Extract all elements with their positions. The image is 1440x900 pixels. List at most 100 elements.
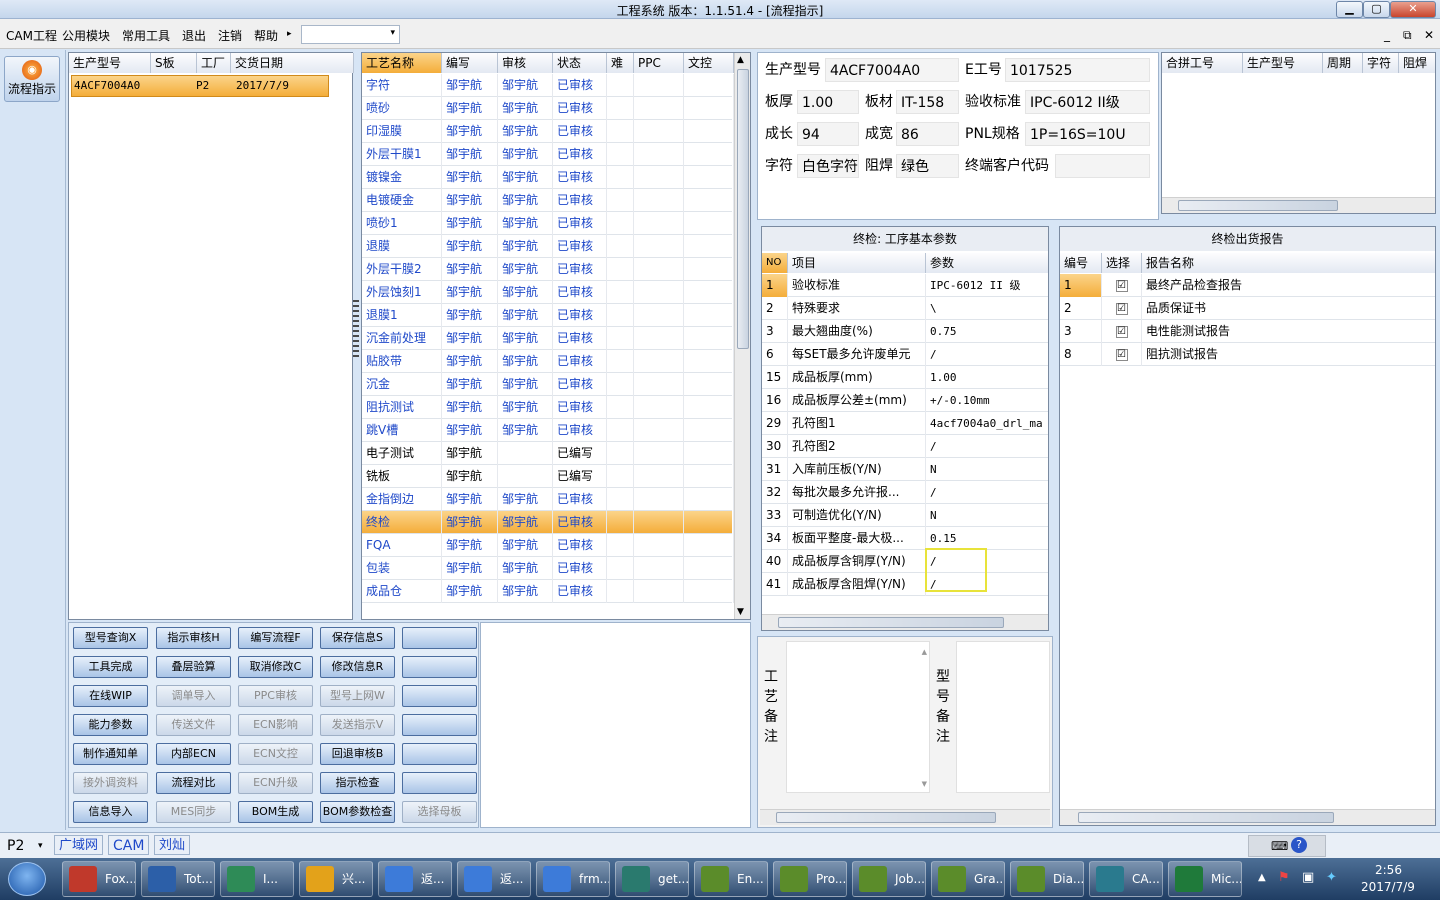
product-row[interactable]: 4ACF7004A0 P2 2017/7/9 [71, 75, 329, 97]
minimize-icon[interactable]: ▁ [1336, 1, 1363, 18]
taskbar-item[interactable]: CA... [1089, 861, 1163, 897]
process-header-status[interactable]: 状态 [553, 53, 607, 73]
action-button-r6c0[interactable]: 信息导入 [73, 801, 148, 823]
checkbox-icon[interactable]: ☑ [1115, 279, 1128, 292]
process-row[interactable]: 贴胶带 邹宇航 邹宇航 已审核 [362, 350, 734, 373]
width-value[interactable]: 86 [896, 122, 959, 146]
product-header-model[interactable]: 生产型号 [69, 53, 151, 73]
action-button-r6c4[interactable]: 选择母板 [402, 801, 477, 823]
menu-help[interactable]: 帮助 [254, 27, 278, 44]
action-button-r2c2[interactable]: PPC审核 [238, 685, 313, 707]
tray-app-icon[interactable]: ✦ [1326, 870, 1337, 885]
notes-scrollbar[interactable] [760, 809, 1050, 825]
process-scroll-thumb[interactable] [737, 69, 749, 349]
length-value[interactable]: 94 [797, 122, 859, 146]
action-button-r0c2[interactable]: 编写流程F [238, 627, 313, 649]
taskbar-item[interactable]: 兴... [299, 861, 373, 897]
checkbox-icon[interactable]: ☑ [1115, 325, 1128, 338]
standard-value[interactable]: IPC-6012 II级 [1025, 90, 1150, 114]
action-button-r5c3[interactable]: 指示检查 [320, 772, 395, 794]
params-row[interactable]: 33 可制造优化(Y/N) N [762, 504, 1048, 527]
params-scrollbar[interactable] [762, 614, 1048, 630]
checkbox-icon[interactable]: ☑ [1115, 302, 1128, 315]
product-header-date[interactable]: 交货日期 [231, 53, 354, 73]
action-button-r4c4[interactable] [402, 743, 477, 765]
prod-value[interactable]: 4ACF7004A0 [825, 58, 959, 82]
taskbar-item[interactable]: 返... [457, 861, 531, 897]
process-row[interactable]: 终检 邹宇航 邹宇航 已审核 [362, 511, 734, 534]
merge-header-mask[interactable]: 阻焊 [1399, 53, 1435, 73]
process-row[interactable]: 印湿膜 邹宇航 邹宇航 已审核 [362, 120, 734, 143]
params-row[interactable]: 15 成品板厚(mm) 1.00 [762, 366, 1048, 389]
process-row[interactable]: 外层干膜2 邹宇航 邹宇航 已审核 [362, 258, 734, 281]
tray-flag-icon[interactable]: ⚑ [1278, 870, 1290, 885]
mdi-minimize-icon[interactable]: _ [1384, 28, 1390, 42]
action-button-r4c0[interactable]: 制作通知单 [73, 743, 148, 765]
process-row[interactable]: 阻抗测试 邹宇航 邹宇航 已审核 [362, 396, 734, 419]
tray-arrow-icon[interactable]: ▲ [1258, 872, 1266, 883]
report-row[interactable]: 8 ☑ 阻抗测试报告 [1060, 343, 1435, 366]
customer-value[interactable] [1055, 154, 1150, 178]
model-note-field[interactable] [956, 641, 1050, 793]
menu-exit[interactable]: 退出 [182, 27, 206, 44]
process-row[interactable]: 铣板 邹宇航 已编写 [362, 465, 734, 488]
taskbar-item[interactable]: Fox... [62, 861, 136, 897]
checkbox-icon[interactable]: ☑ [1115, 348, 1128, 361]
taskbar-item[interactable]: frm... [536, 861, 610, 897]
taskbar-item[interactable]: Mic... [1168, 861, 1242, 897]
scroll-down-icon[interactable]: ▼ [922, 780, 927, 788]
taskbar-item[interactable]: Tot... [141, 861, 215, 897]
start-icon[interactable] [8, 862, 46, 896]
merge-header-no[interactable]: 合拼工号 [1162, 53, 1243, 73]
process-header-control[interactable]: 文控 [684, 53, 734, 73]
menu-common[interactable]: 公用模块 [62, 27, 110, 44]
process-row[interactable]: 外层干膜1 邹宇航 邹宇航 已审核 [362, 143, 734, 166]
action-button-r3c2[interactable]: ECN影响 [238, 714, 313, 736]
menu-cam[interactable]: CAM工程 [6, 27, 57, 44]
params-header-no[interactable]: NO [762, 253, 788, 273]
process-row[interactable]: 沉金 邹宇航 邹宇航 已审核 [362, 373, 734, 396]
process-row[interactable]: 外层蚀刻1 邹宇航 邹宇航 已审核 [362, 281, 734, 304]
merge-header-char[interactable]: 字符 [1363, 53, 1399, 73]
action-button-r2c3[interactable]: 型号上网W [320, 685, 395, 707]
mask-value[interactable]: 绿色 [896, 154, 959, 178]
process-header-difficulty[interactable]: 难 [607, 53, 634, 73]
menu-combo[interactable]: ▾ [301, 25, 400, 44]
action-button-r5c4[interactable] [402, 772, 477, 794]
keyboard-icon[interactable]: ⌨ [1271, 839, 1288, 853]
action-button-r3c3[interactable]: 发送指示V [320, 714, 395, 736]
params-row[interactable]: 41 成品板厚含阻焊(Y/N) / [762, 573, 1048, 596]
maximize-icon[interactable]: ▢ [1363, 1, 1390, 18]
process-row[interactable]: 退膜 邹宇航 邹宇航 已审核 [362, 235, 734, 258]
action-button-r1c2[interactable]: 取消修改C [238, 656, 313, 678]
mdi-restore-icon[interactable]: ⧉ [1403, 28, 1412, 43]
status-tab-cam[interactable]: CAM [108, 835, 150, 855]
action-button-r5c0[interactable]: 接外调资料 [73, 772, 148, 794]
network-icon[interactable]: ▣ [1302, 870, 1314, 885]
params-row[interactable]: 29 孔符图1 4acf7004a0_drl_ma [762, 412, 1048, 435]
clock-time[interactable]: 2:56 [1375, 863, 1402, 877]
action-button-r1c3[interactable]: 修改信息R [320, 656, 395, 678]
process-header-process[interactable]: 工艺名称 [362, 53, 442, 73]
process-note-field[interactable]: ▲ ▼ [786, 641, 930, 793]
splitter-handle[interactable] [353, 300, 359, 360]
product-header-factory[interactable]: 工厂 [197, 53, 231, 73]
e-value[interactable]: 1017525 [1005, 58, 1150, 82]
action-button-r0c1[interactable]: 指示审核H [156, 627, 231, 649]
report-scrollbar[interactable] [1060, 809, 1435, 825]
params-row[interactable]: 1 验收标准 IPC-6012 II 级 [762, 274, 1048, 297]
action-button-r4c1[interactable]: 内部ECN [156, 743, 231, 765]
params-header-param[interactable]: 参数 [926, 253, 1048, 273]
action-button-r1c4[interactable] [402, 656, 477, 678]
process-row[interactable]: 成品仓 邹宇航 邹宇航 已审核 [362, 580, 734, 603]
report-row[interactable]: 2 ☑ 品质保证书 [1060, 297, 1435, 320]
process-row[interactable]: 字符 邹宇航 邹宇航 已审核 [362, 74, 734, 97]
action-button-r0c4[interactable] [402, 627, 477, 649]
merge-scrollbar[interactable] [1162, 197, 1435, 213]
report-header-name[interactable]: 报告名称 [1142, 253, 1435, 273]
product-header-s[interactable]: S板 [151, 53, 197, 73]
action-button-r0c0[interactable]: 型号查询X [73, 627, 148, 649]
action-button-r6c2[interactable]: BOM生成 [238, 801, 313, 823]
params-row[interactable]: 31 入库前压板(Y/N) N [762, 458, 1048, 481]
report-header-no[interactable]: 编号 [1060, 253, 1102, 273]
